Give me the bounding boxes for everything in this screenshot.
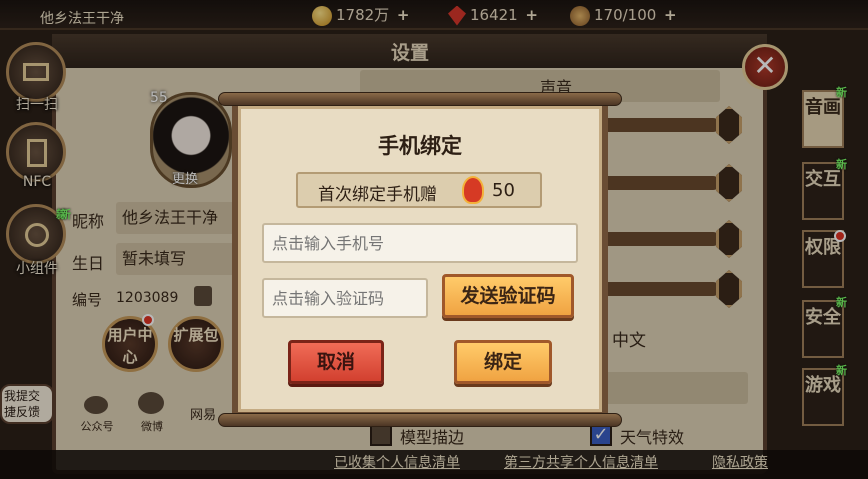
bind-button[interactable]: 绑定 (454, 340, 552, 384)
scroll-roller-top (218, 92, 622, 106)
send-code-button[interactable]: 发送验证码 (442, 274, 574, 318)
dialog-title: 手机绑定 (378, 134, 462, 158)
reward-amount: 50 (492, 180, 515, 201)
scroll-roller-bottom (218, 413, 622, 427)
cancel-button[interactable]: 取消 (288, 340, 384, 384)
red-gem-icon (462, 176, 484, 204)
verification-code-input[interactable] (262, 278, 428, 318)
reward-text: 首次绑定手机赠 (318, 185, 437, 205)
phone-number-input[interactable] (262, 223, 578, 263)
